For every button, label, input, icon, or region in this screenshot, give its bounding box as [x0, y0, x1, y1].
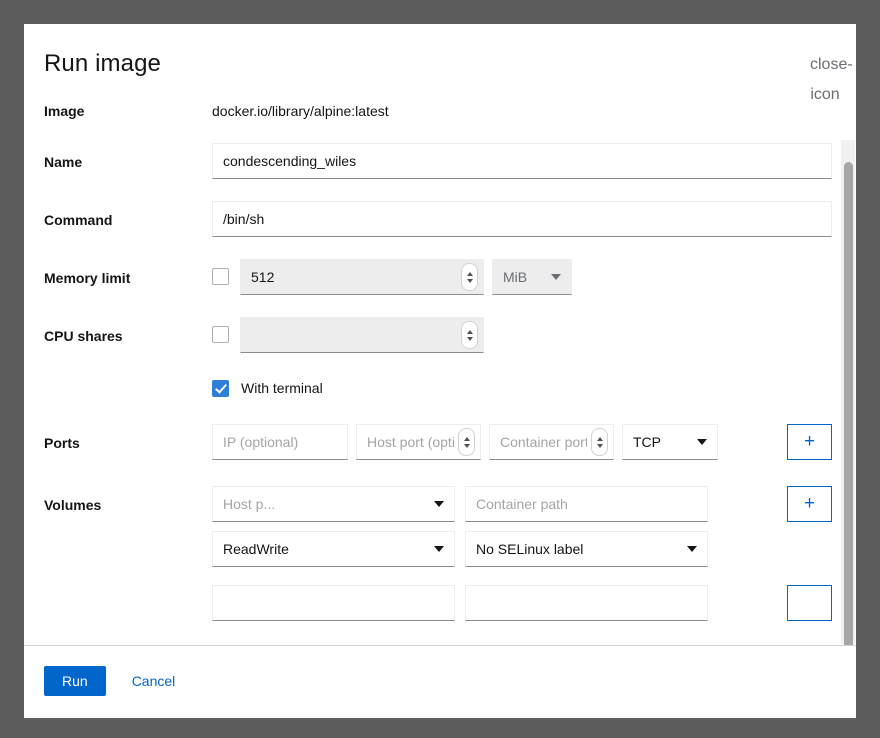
- clipped-host-path-select[interactable]: [212, 585, 455, 621]
- memory-limit-label: Memory limit: [44, 270, 131, 286]
- ports-label: Ports: [44, 435, 80, 451]
- command-label: Command: [44, 212, 113, 228]
- chevron-down-icon: [596, 443, 603, 448]
- chevron-up-icon: [466, 271, 473, 276]
- with-terminal-checkbox[interactable]: [212, 379, 229, 397]
- close-icon[interactable]: close-icon: [810, 50, 853, 103]
- form-row-memory-limit: Memory limit 512 MiB: [44, 259, 832, 295]
- host-port-stepper[interactable]: [356, 424, 481, 460]
- cpu-shares-label: CPU shares: [44, 328, 123, 344]
- run-image-form: Image docker.io/library/alpine:latest Na…: [24, 92, 856, 645]
- volume-row-options: ReadWrite No SELinux label: [212, 531, 729, 567]
- dialog-scrollbar[interactable]: [841, 140, 855, 645]
- memory-unit-select[interactable]: MiB: [492, 259, 572, 295]
- command-input[interactable]: [212, 201, 832, 237]
- container-port-stepper[interactable]: [489, 424, 614, 460]
- cpu-shares-input[interactable]: [240, 317, 484, 353]
- volume-selinux-select[interactable]: No SELinux label: [465, 531, 708, 567]
- volume-mode-select[interactable]: ReadWrite: [212, 531, 455, 567]
- cancel-button[interactable]: Cancel: [116, 666, 192, 696]
- clipped-label-spacer: [44, 585, 212, 594]
- chevron-down-icon: [697, 439, 707, 445]
- add-volume-button[interactable]: +: [787, 486, 832, 522]
- scrollbar-thumb[interactable]: [844, 162, 853, 645]
- chevron-down-icon: [463, 443, 470, 448]
- volume-container-path-input[interactable]: [465, 486, 708, 522]
- memory-limit-stepper[interactable]: [240, 259, 484, 295]
- form-row-name: Name: [44, 143, 832, 179]
- run-button[interactable]: Run: [44, 666, 106, 696]
- image-value: docker.io/library/alpine:latest: [212, 103, 389, 119]
- memory-limit-input[interactable]: [240, 259, 484, 295]
- chevron-down-icon: [551, 274, 561, 280]
- port-ip-input[interactable]: [212, 424, 348, 460]
- page-title: Run image: [44, 50, 161, 77]
- dialog-footer: Run Cancel: [24, 645, 856, 718]
- memory-unit-value: MiB: [503, 269, 528, 285]
- volume-mode-value: ReadWrite: [223, 541, 289, 557]
- run-image-dialog: Run image close-icon Image docker.io/lib…: [24, 24, 856, 718]
- chevron-down-icon: [687, 546, 697, 552]
- volume-host-path-select[interactable]: Host p...: [212, 486, 455, 522]
- chevron-down-icon: [466, 278, 473, 283]
- form-row-volumes: Volumes Host p... ReadWrite: [44, 486, 832, 567]
- memory-limit-spinner[interactable]: [461, 263, 478, 291]
- port-protocol-value: TCP: [633, 434, 661, 450]
- volume-selinux-value: No SELinux label: [476, 541, 584, 557]
- with-terminal-label: With terminal: [241, 380, 323, 396]
- form-row-with-terminal: With terminal: [44, 375, 832, 398]
- chevron-up-icon: [463, 436, 470, 441]
- chevron-up-icon: [466, 329, 473, 334]
- clipped-add-button[interactable]: [787, 585, 832, 621]
- dialog-body-scroll-area: Image docker.io/library/alpine:latest Na…: [24, 92, 856, 645]
- cpu-shares-checkbox[interactable]: [212, 326, 229, 343]
- host-port-spinner[interactable]: [458, 428, 475, 456]
- cpu-shares-spinner[interactable]: [461, 321, 478, 349]
- clipped-container-path-input[interactable]: [465, 585, 708, 621]
- with-terminal-spacer: [44, 375, 212, 384]
- chevron-down-icon: [434, 546, 444, 552]
- volumes-label: Volumes: [44, 497, 102, 513]
- form-row-image: Image docker.io/library/alpine:latest: [44, 92, 832, 121]
- cpu-shares-stepper[interactable]: [240, 317, 484, 353]
- form-row-cpu-shares: CPU shares: [44, 317, 832, 353]
- volume-host-path-value: Host p...: [223, 496, 276, 512]
- port-protocol-select[interactable]: TCP: [622, 424, 718, 460]
- memory-limit-checkbox[interactable]: [212, 268, 229, 285]
- add-port-button[interactable]: +: [787, 424, 832, 460]
- container-port-spinner[interactable]: [591, 428, 608, 456]
- form-row-ports: Ports IP (optional) Host port (optional)…: [44, 424, 832, 460]
- image-label: Image: [44, 103, 85, 119]
- chevron-up-icon: [596, 436, 603, 441]
- name-input[interactable]: [212, 143, 832, 179]
- form-row-clipped-next: [44, 585, 832, 621]
- name-label: Name: [44, 154, 83, 170]
- chevron-down-icon: [434, 501, 444, 507]
- dialog-header: Run image close-icon: [24, 24, 856, 103]
- chevron-down-icon: [466, 336, 473, 341]
- form-row-command: Command: [44, 201, 832, 237]
- volume-row-paths: Host p...: [212, 486, 729, 522]
